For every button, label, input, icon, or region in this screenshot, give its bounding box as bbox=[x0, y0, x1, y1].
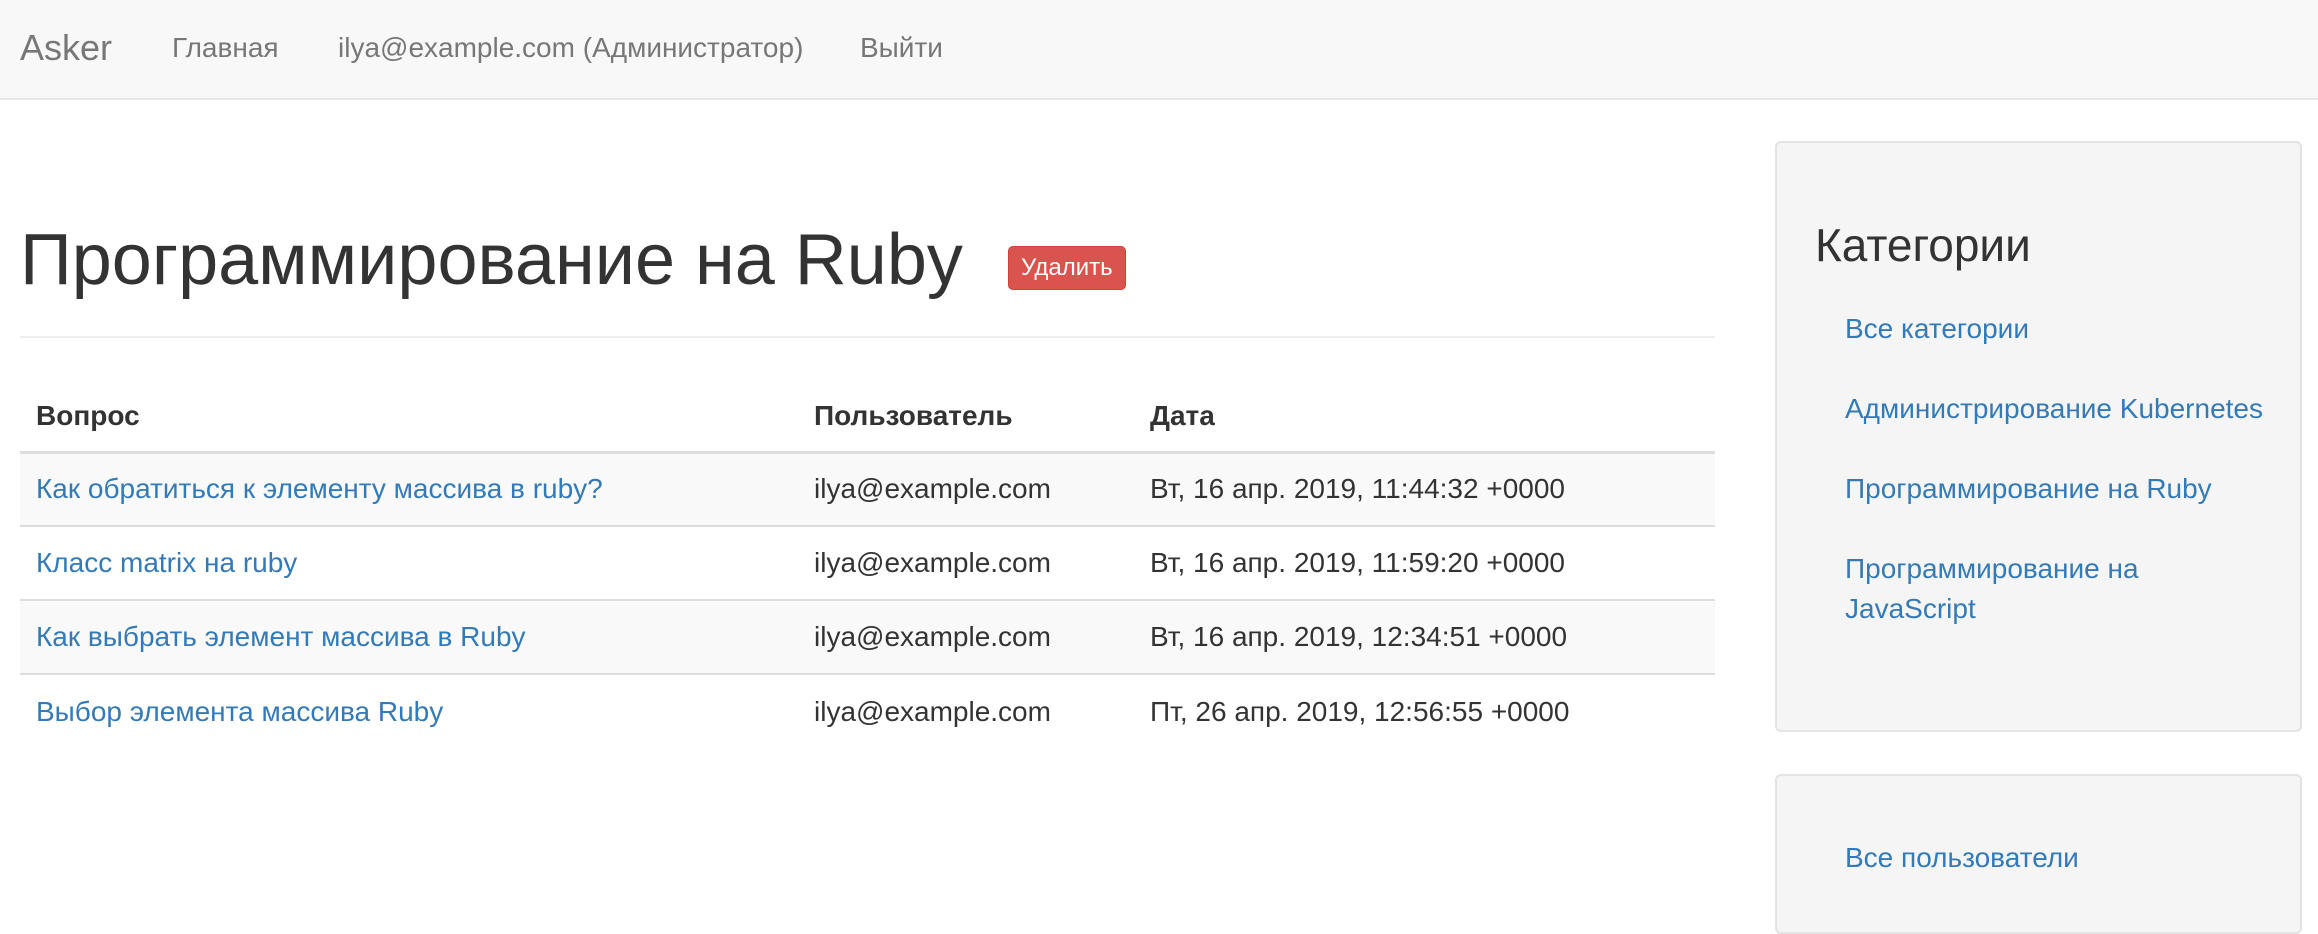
categories-panel: Категории Все категории Администрировани… bbox=[1775, 141, 2302, 732]
user-cell: ilya@example.com bbox=[798, 673, 1134, 748]
table-header-row: Вопрос Пользователь Дата bbox=[20, 382, 1715, 454]
table-row: Как обратиться к элементу массива в ruby… bbox=[20, 452, 1715, 526]
date-cell: Пт, 26 апр. 2019, 12:56:55 +0000 bbox=[1134, 673, 1715, 748]
nav-logout-link[interactable]: Выйти bbox=[860, 30, 943, 66]
category-link-kubernetes[interactable]: Администрирование Kubernetes bbox=[1845, 393, 2263, 424]
users-panel: Все пользователи bbox=[1775, 774, 2302, 934]
user-cell: ilya@example.com bbox=[798, 525, 1134, 600]
question-link[interactable]: Класс matrix на ruby bbox=[36, 547, 297, 578]
table-row: Выбор элемента массива Ruby ilya@example… bbox=[20, 673, 1715, 748]
header-user: Пользователь bbox=[798, 382, 1134, 454]
categories-list: Все категории Администрирование Kubernet… bbox=[1845, 309, 2265, 669]
delete-button[interactable]: Удалить bbox=[1008, 246, 1126, 290]
user-cell: ilya@example.com bbox=[798, 452, 1134, 526]
category-item: Программирование на JavaScript bbox=[1845, 549, 2265, 629]
nav-user-link[interactable]: ilya@example.com (Администратор) bbox=[338, 30, 803, 66]
question-link[interactable]: Как выбрать элемент массива в Ruby bbox=[36, 621, 526, 652]
date-cell: Вт, 16 апр. 2019, 12:34:51 +0000 bbox=[1134, 599, 1715, 674]
question-link[interactable]: Как обратиться к элементу массива в ruby… bbox=[36, 473, 603, 504]
category-item: Программирование на Ruby bbox=[1845, 469, 2265, 509]
user-cell: ilya@example.com bbox=[798, 599, 1134, 674]
categories-title: Категории bbox=[1815, 219, 2031, 271]
question-cell: Класс matrix на ruby bbox=[20, 525, 798, 600]
question-cell: Выбор элемента массива Ruby bbox=[20, 673, 798, 748]
questions-table: Вопрос Пользователь Дата Как обратиться … bbox=[20, 382, 1715, 748]
table-row: Как выбрать элемент массива в Ruby ilya@… bbox=[20, 599, 1715, 674]
date-cell: Вт, 16 апр. 2019, 11:44:32 +0000 bbox=[1134, 452, 1715, 526]
category-item: Все категории bbox=[1845, 309, 2265, 349]
category-link-javascript[interactable]: Программирование на JavaScript bbox=[1845, 553, 2139, 624]
category-link-all[interactable]: Все категории bbox=[1845, 313, 2029, 344]
question-cell: Как выбрать элемент массива в Ruby bbox=[20, 599, 798, 674]
page-header: Программирование на Ruby Удалить bbox=[20, 218, 1715, 338]
category-link-ruby[interactable]: Программирование на Ruby bbox=[1845, 473, 2212, 504]
table-row: Класс matrix на ruby ilya@example.com Вт… bbox=[20, 525, 1715, 600]
header-question: Вопрос bbox=[20, 382, 798, 454]
category-item: Администрирование Kubernetes bbox=[1845, 389, 2265, 429]
all-users-link[interactable]: Все пользователи bbox=[1845, 838, 2079, 878]
question-cell: Как обратиться к элементу массива в ruby… bbox=[20, 452, 798, 526]
brand-link[interactable]: Asker bbox=[20, 27, 112, 69]
nav-home-link[interactable]: Главная bbox=[172, 30, 279, 66]
page-title: Программирование на Ruby bbox=[20, 220, 963, 300]
top-navbar: Asker Главная ilya@example.com (Админист… bbox=[0, 0, 2318, 100]
header-date: Дата bbox=[1134, 382, 1715, 454]
date-cell: Вт, 16 апр. 2019, 11:59:20 +0000 bbox=[1134, 525, 1715, 600]
question-link[interactable]: Выбор элемента массива Ruby bbox=[36, 696, 443, 727]
